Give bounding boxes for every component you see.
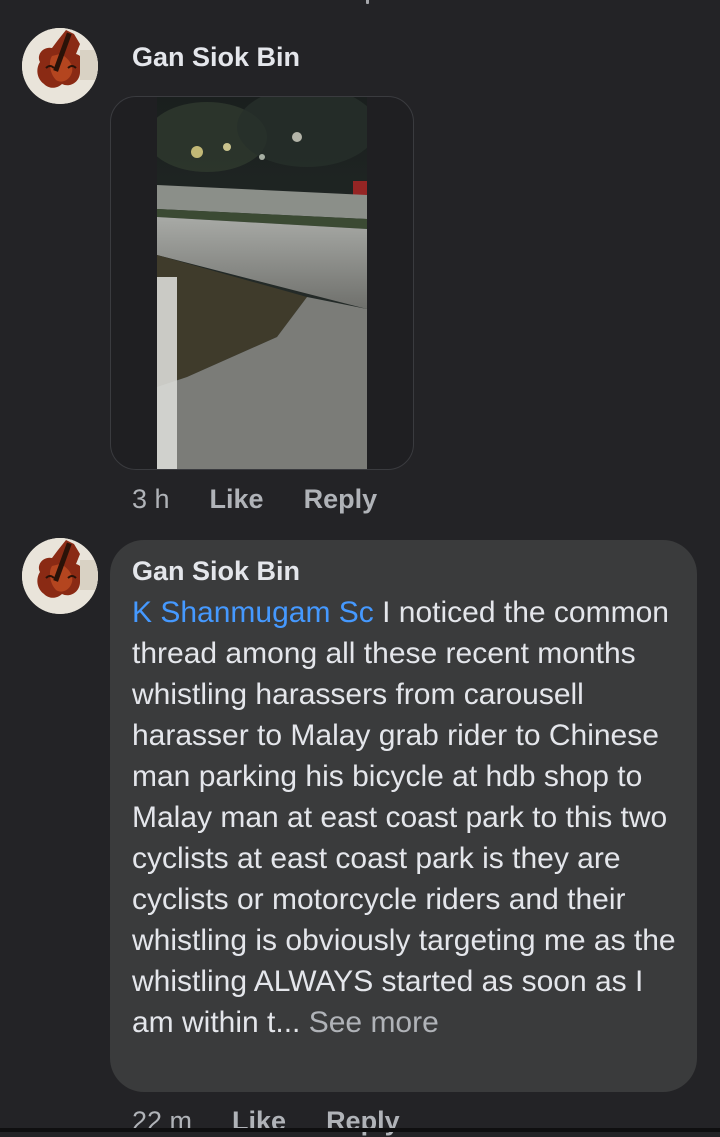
comment-meta: 22 m Like Reply [132, 1106, 400, 1137]
comment-author-name[interactable]: Gan Siok Bin [132, 42, 300, 73]
comment-author-name[interactable]: Gan Siok Bin [132, 556, 300, 587]
violin-avatar-icon [22, 538, 98, 614]
like-button[interactable]: Like [232, 1106, 286, 1137]
reply-button[interactable]: Reply [304, 484, 378, 515]
mention-link[interactable]: K Shanmugam Sc [132, 596, 374, 629]
bottom-edge [0, 1128, 720, 1132]
violin-avatar-icon [22, 28, 98, 104]
reply-button[interactable]: Reply [326, 1106, 400, 1137]
video-attachment[interactable] [110, 96, 414, 470]
video-thumbnail[interactable] [157, 97, 367, 469]
comment-text: I noticed the common thread among all th… [132, 596, 676, 1039]
comment-body: K Shanmugam Sc I noticed the common thre… [132, 592, 692, 1043]
comment-bubble[interactable]: Gan Siok Bin K Shanmugam Sc I noticed th… [110, 540, 697, 1092]
comment-meta: 3 h Like Reply [132, 484, 377, 515]
comment-timestamp: 3 h [132, 484, 170, 514]
comment-timestamp: 22 m [132, 1106, 193, 1136]
see-more-link[interactable]: See more [300, 1006, 439, 1039]
like-button[interactable]: Like [210, 484, 264, 515]
previous-comment-fragment [0, 0, 720, 10]
cut-off-text-fragment [366, 0, 369, 4]
author-avatar[interactable] [22, 538, 98, 614]
author-avatar[interactable] [22, 28, 98, 104]
